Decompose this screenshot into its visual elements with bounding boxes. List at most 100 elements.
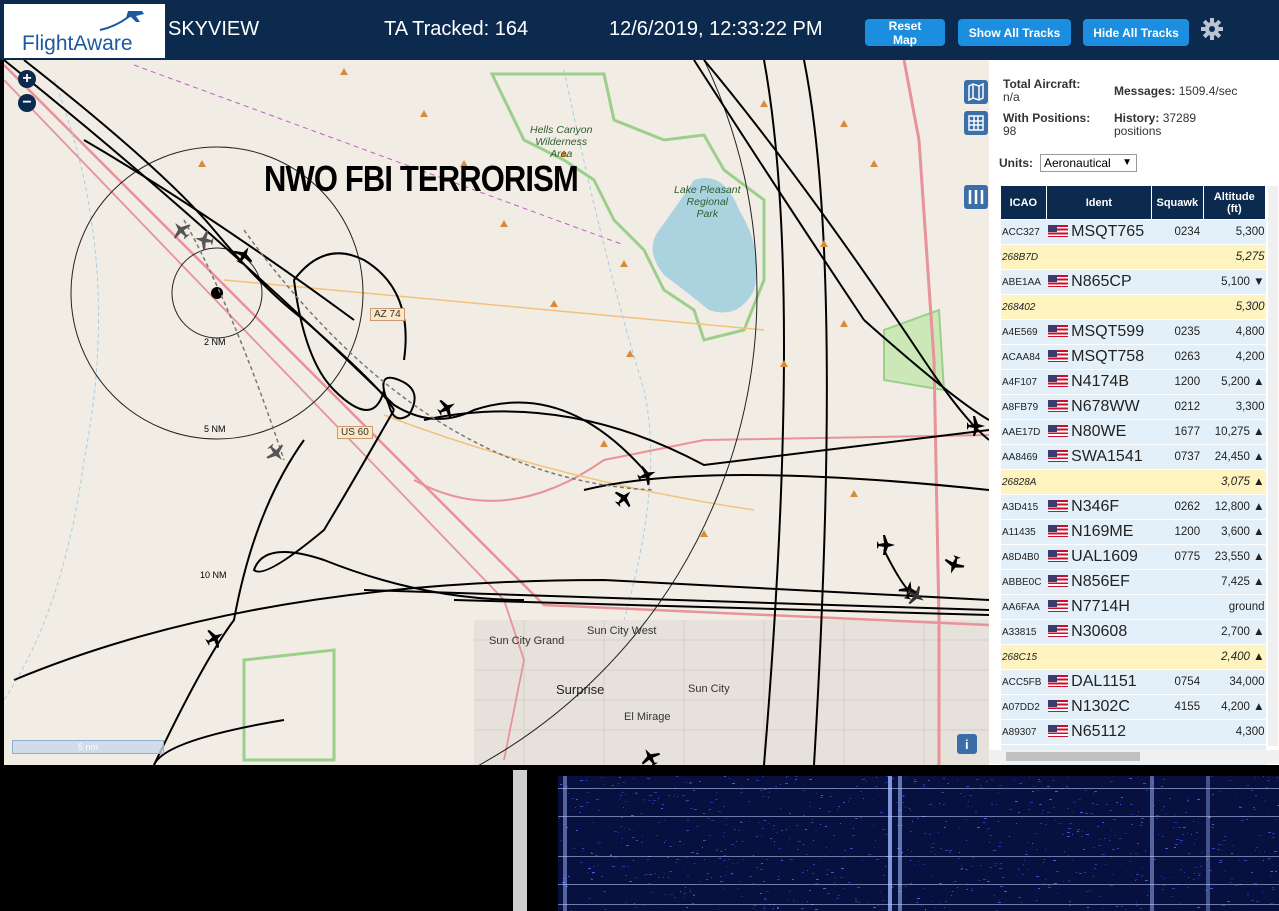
map-view[interactable]: NWO FBI TERRORISM Hells Canyon Wildernes… [4,60,989,765]
overlay-annotation-title: NWO FBI TERRORISM [264,158,579,199]
reset-map-button[interactable]: Reset Map [865,19,945,47]
zoom-in-button[interactable]: + [18,70,36,88]
aircraft-row[interactable]: AA6FAA N7714H ground [1001,594,1266,620]
aircraft-row[interactable]: 268B7D 5,275 [1001,244,1266,270]
aircraft-sidebar: Total Aircraft: n/a With Positions: 98 M… [989,60,1279,765]
horizontal-scroll-thumb[interactable] [1006,752,1140,761]
column-header-altitude[interactable]: Altitude (ft) [1202,185,1267,220]
aircraft-row[interactable]: AA8469 SWA1541 0737 24,450 ▲ [1001,444,1266,470]
ident-cell: N7714H [1046,594,1152,620]
aircraft-row[interactable]: A3D415 N346F 0262 12,800 ▲ [1001,494,1266,520]
top-header: FlightAware SKYVIEW TA Tracked: 164 12/6… [0,0,1279,60]
aircraft-row[interactable]: ABE1AA N865CP 5,100 ▼ [1001,269,1266,295]
receiver-location-marker [211,287,223,299]
column-header-icao[interactable]: ICAO [1001,185,1047,220]
map-layers-button[interactable] [964,80,988,104]
zoom-out-button[interactable]: − [18,94,36,112]
altitude-cell: 5,300 [1203,294,1266,320]
ident-cell: N4174B [1046,369,1152,395]
units-select[interactable]: Aeronautical ▼ [1040,154,1137,172]
squawk-cell [1151,269,1204,295]
grid-icon [968,115,984,131]
squawk-cell: 0212 [1151,394,1204,420]
ident-cell [1046,644,1152,670]
altitude-cell: 2,700 ▲ [1203,619,1266,645]
waterfall-canvas [558,776,1279,911]
altitude-cell: 34,000 [1203,669,1266,695]
ident-cell: MSQT599 [1046,319,1152,345]
panel-divider[interactable] [513,770,527,911]
icao-cell: ACC327 [1001,219,1047,245]
us-flag-icon [1048,675,1069,687]
total-aircraft-value: n/a [1003,90,1020,104]
aircraft-row[interactable]: ACC5FB DAL1151 0754 34,000 [1001,669,1266,695]
us-flag-icon [1048,275,1069,287]
flightaware-logo[interactable]: FlightAware [4,4,165,58]
altitude-cell: 5,200 ▲ [1203,369,1266,395]
hide-all-tracks-button[interactable]: Hide All Tracks [1083,19,1189,46]
icao-cell: 26828A [1001,469,1047,495]
grid-toggle-button[interactable] [964,111,988,135]
aircraft-row[interactable]: ACC327 MSQT765 0234 5,300 [1001,219,1266,245]
squawk-cell [1151,569,1204,595]
label-surprise: Surprise [556,682,605,697]
column-header-squawk[interactable]: Squawk [1150,185,1204,220]
aircraft-row[interactable]: A4E569 MSQT599 0235 4,800 [1001,319,1266,345]
icao-cell: A07DD2 [1001,694,1047,720]
altitude-cell: 4,200 ▲ [1203,694,1266,720]
ident-text: UAL1609 [1071,548,1138,565]
history-value: 37289 [1162,111,1197,125]
icao-cell: A3D415 [1001,494,1047,520]
squawk-cell [1151,594,1204,620]
altitude-cell: 24,450 ▲ [1203,444,1266,470]
aircraft-row[interactable]: A33815 N30608 2,700 ▲ [1001,619,1266,645]
us-flag-icon [1048,375,1069,387]
squawk-cell: 0754 [1151,669,1204,695]
info-button[interactable]: i [957,734,977,754]
units-value: Aeronautical [1044,156,1111,170]
us-flag-icon [1048,575,1069,587]
altitude-cell: 3,075 ▲ [1203,469,1266,495]
ident-text: N856EF [1071,573,1130,590]
aircraft-row[interactable]: 268402 5,300 [1001,294,1266,320]
ident-text: N865CP [1071,273,1132,290]
settings-gear-icon[interactable] [1200,17,1224,41]
aircraft-row[interactable]: AAE17D N80WE 1677 10,275 ▲ [1001,419,1266,445]
icao-cell: ABBE0C [1001,569,1047,595]
aircraft-row[interactable]: 26828A 3,075 ▲ [1001,469,1266,495]
altitude-cell: 4,800 [1203,319,1266,345]
ident-cell: MSQT765 [1046,219,1152,245]
squawk-cell: 0235 [1151,319,1204,345]
altitude-cell: 4,300 [1203,719,1266,745]
aircraft-row[interactable]: ABBE0C N856EF 7,425 ▲ [1001,569,1266,595]
aircraft-row[interactable]: A07DD2 N1302C 4155 4,200 ▲ [1001,694,1266,720]
aircraft-row[interactable]: A8D4B0 UAL1609 0775 23,550 ▲ [1001,544,1266,570]
show-all-tracks-button[interactable]: Show All Tracks [958,19,1071,46]
aircraft-row[interactable]: A11435 N169ME 1200 3,600 ▲ [1001,519,1266,545]
icao-cell: AA8469 [1001,444,1047,470]
aircraft-row[interactable]: ACAA84 MSQT758 0263 4,200 [1001,344,1266,370]
altitude-cell: 3,600 ▲ [1203,519,1266,545]
ident-cell: MSQT758 [1046,344,1152,370]
tracked-count: TA Tracked: 164 [384,18,529,40]
us-flag-icon [1048,525,1069,537]
svg-text:i: i [965,737,969,752]
label-sun-city: Sun City [688,683,730,695]
us-flag-icon [1048,425,1069,437]
ident-text: SWA1541 [1071,448,1143,465]
datetime: 12/6/2019, 12:33:22 PM [609,18,823,40]
aircraft-row[interactable]: 268C15 2,400 ▲ [1001,644,1266,670]
aircraft-row[interactable]: A8FB79 N678WW 0212 3,300 [1001,394,1266,420]
highway-road [4,64,989,627]
squawk-cell: 0262 [1151,494,1204,520]
column-toggle-button[interactable] [964,185,988,209]
ident-text: N65112 [1071,723,1127,740]
table-vertical-scrollbar[interactable] [1268,186,1278,746]
aircraft-row[interactable]: A4F107 N4174B 1200 5,200 ▲ [1001,369,1266,395]
us-flag-icon [1048,225,1069,237]
aircraft-row[interactable]: A89307 N65112 4,300 [1001,719,1266,745]
column-header-ident[interactable]: Ident [1045,185,1152,220]
park-boundary [242,648,336,762]
altitude-cell: 4,200 [1203,344,1266,370]
ident-cell [1046,244,1152,270]
